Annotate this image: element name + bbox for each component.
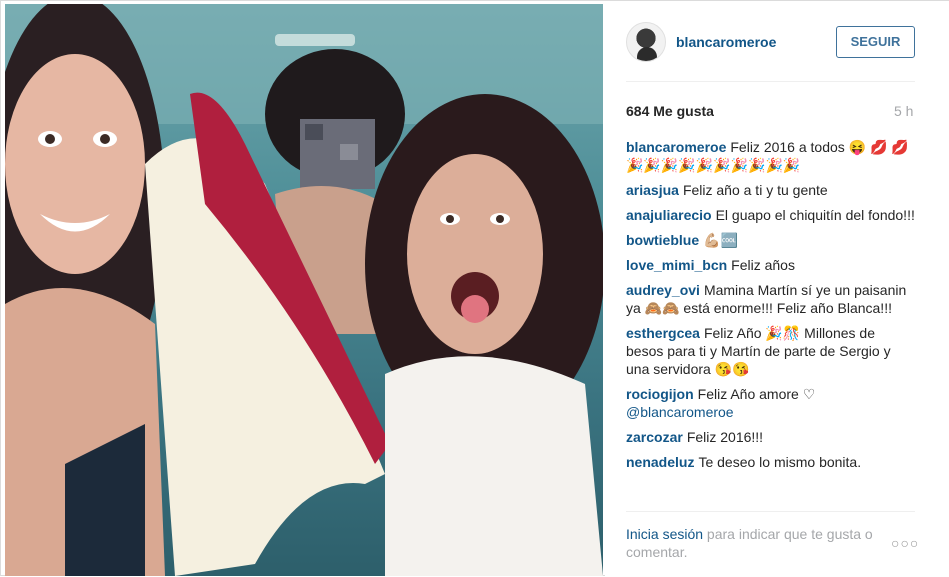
comment-user[interactable]: esthergcea	[626, 325, 700, 341]
instagram-post: blancaromeroe SEGUIR 684 Me gusta 5 h bl…	[0, 0, 949, 577]
comment-item: audrey_ovi Mamina Martín sí ye un paisani…	[626, 281, 916, 317]
comment-item: esthergcea Feliz Año 🎉🎊 Millones de besos…	[626, 324, 916, 378]
comment-text: Te deseo lo mismo bonita.	[698, 454, 862, 470]
login-link[interactable]: Inicia sesión	[626, 526, 703, 542]
comment-user[interactable]: ariasjua	[626, 182, 679, 198]
more-options-icon[interactable]: ○○○	[891, 535, 919, 551]
comment-item: ariasjua Feliz año a ti y tu gente	[626, 181, 916, 199]
comment-user[interactable]: zarcozar	[626, 429, 683, 445]
comment-item: blancaromeroe Feliz 2016 a todos 😝 💋 💋 🎉🎉…	[626, 138, 916, 174]
comment-item: nenadeluz Te deseo lo mismo bonita.	[626, 453, 916, 471]
comment-item: bowtieblue 💪🏼🆒	[626, 231, 916, 249]
comment-item: love_mimi_bcn Feliz años	[626, 256, 916, 274]
header-divider	[626, 81, 915, 82]
login-prompt: Inicia sesión para indicar que te gusta …	[626, 525, 896, 561]
comment-text: 💪🏼🆒	[703, 232, 738, 248]
comment-mention[interactable]: @blancaromeroe	[626, 404, 734, 420]
likes-count[interactable]: 684 Me gusta	[626, 103, 714, 119]
post-header: blancaromeroe SEGUIR	[605, 1, 949, 81]
comment-item: zarcozar Feliz 2016!!!	[626, 428, 916, 446]
comment-text: El guapo el chiquitín del fondo!!!	[715, 207, 915, 223]
comment-user[interactable]: blancaromeroe	[626, 139, 726, 155]
comment-user[interactable]: audrey_ovi	[626, 282, 700, 298]
photo-illustration	[5, 4, 603, 576]
post-sidebar: blancaromeroe SEGUIR 684 Me gusta 5 h bl…	[605, 1, 949, 577]
comment-text: Feliz año a ti y tu gente	[682, 182, 828, 198]
comment-text: Feliz años	[731, 257, 795, 273]
post-time[interactable]: 5 h	[894, 103, 913, 119]
comment-item: rociogijon Feliz Año amore ♡ @blancaromero…	[626, 385, 916, 421]
comment-item: anajuliarecio El guapo el chiquitín del f…	[626, 206, 916, 224]
comment-list: blancaromeroe Feliz 2016 a todos 😝 💋 💋 🎉🎉…	[626, 138, 916, 508]
comment-user[interactable]: rociogijon	[626, 386, 694, 402]
author-username[interactable]: blancaromeroe	[676, 34, 776, 50]
follow-button[interactable]: SEGUIR	[836, 26, 915, 58]
comment-text: Feliz 2016!!!	[686, 429, 764, 445]
footer-divider	[626, 511, 915, 512]
comment-user[interactable]: nenadeluz	[626, 454, 694, 470]
comment-user[interactable]: anajuliarecio	[626, 207, 712, 223]
comment-user[interactable]: love_mimi_bcn	[626, 257, 727, 273]
comment-user[interactable]: bowtieblue	[626, 232, 699, 248]
comment-text: Feliz Año amore ♡	[697, 386, 816, 402]
post-photo[interactable]	[5, 4, 603, 576]
avatar[interactable]	[626, 22, 666, 62]
